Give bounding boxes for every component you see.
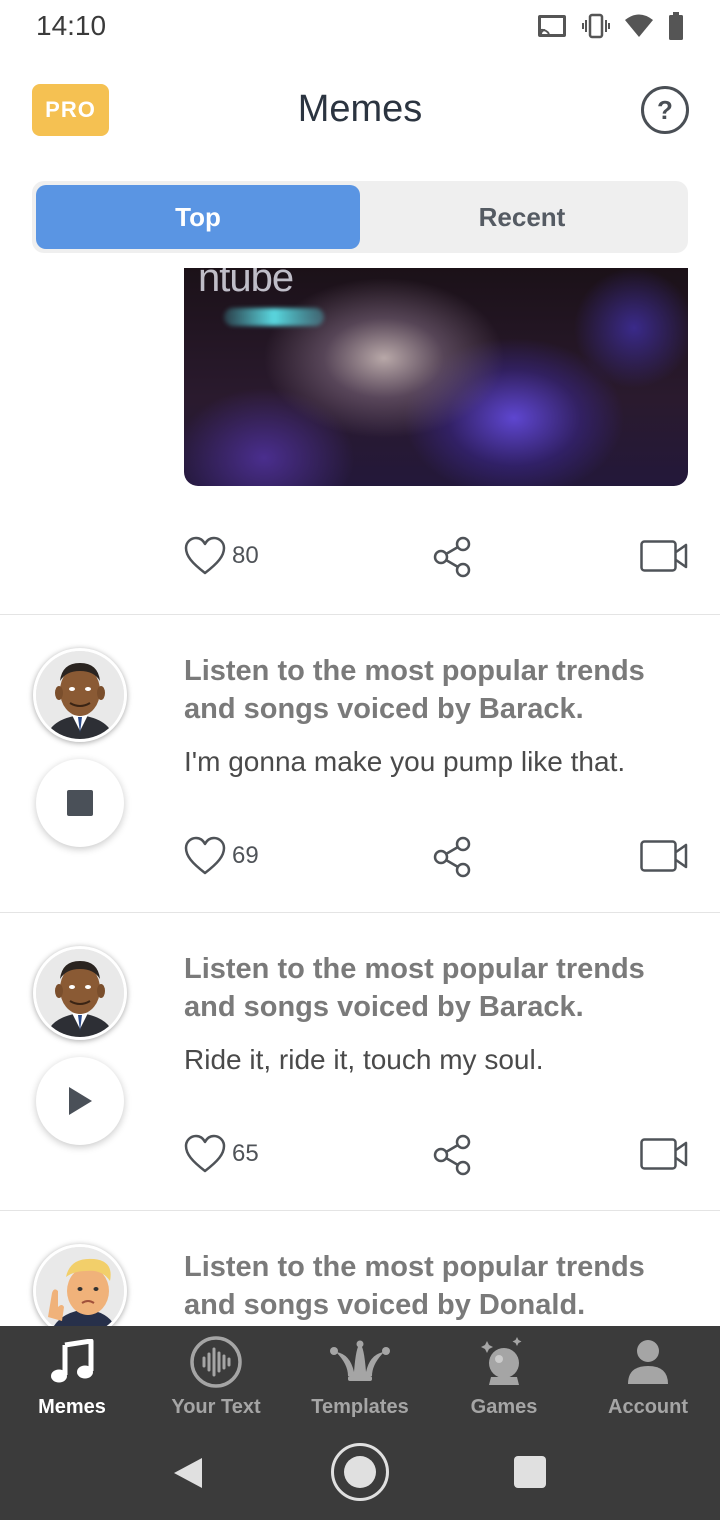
- post-title: Listen to the most popular trends and so…: [184, 953, 645, 1023]
- avatar[interactable]: [33, 648, 127, 742]
- bottom-nav: Memes Your Text Templates Games Account: [0, 1326, 720, 1428]
- tab-top[interactable]: Top: [36, 185, 360, 249]
- vibrate-icon: [582, 13, 610, 39]
- meme-post: Listen to the most popular trends and so…: [0, 1210, 720, 1326]
- share-icon: [433, 1134, 471, 1176]
- video-camera-icon: [640, 1138, 688, 1170]
- post-title: Listen to the most popular trends and so…: [184, 1251, 645, 1321]
- post-actions: 80: [184, 536, 688, 580]
- donald-avatar-icon: [36, 1247, 124, 1326]
- home-icon: [344, 1456, 376, 1488]
- like-count: 69: [232, 842, 259, 869]
- stop-icon: [67, 790, 93, 816]
- help-icon: ?: [657, 94, 673, 125]
- help-button[interactable]: ?: [641, 86, 689, 134]
- video-camera-icon: [640, 840, 688, 872]
- app-header: PRO Memes ?: [0, 70, 720, 154]
- post-actions: 69: [184, 836, 688, 880]
- play-button[interactable]: [36, 1057, 124, 1145]
- recents-button[interactable]: [514, 1456, 546, 1488]
- jester-hat-icon: [328, 1334, 392, 1390]
- video-watermark: ntube: [198, 268, 294, 300]
- post-title: Listen to the most popular trends and so…: [184, 655, 645, 725]
- nav-label: Games: [470, 1396, 538, 1418]
- barack-avatar-icon: [36, 651, 124, 739]
- share-button[interactable]: [432, 536, 472, 583]
- like-button[interactable]: 80: [184, 536, 259, 576]
- heart-icon: [184, 536, 226, 575]
- meme-post: Listen to the most popular trends and so…: [0, 912, 720, 1210]
- home-button[interactable]: [331, 1443, 389, 1501]
- barack-avatar-icon: [36, 949, 124, 1037]
- back-icon[interactable]: [172, 1456, 204, 1490]
- user-icon: [626, 1334, 670, 1390]
- share-button[interactable]: [432, 836, 472, 883]
- post-actions: 65: [184, 1134, 688, 1178]
- like-button[interactable]: 69: [184, 836, 259, 876]
- video-button[interactable]: [640, 1138, 688, 1175]
- nav-label: Memes: [38, 1396, 106, 1418]
- share-icon: [433, 836, 471, 878]
- tab-recent[interactable]: Recent: [360, 185, 684, 249]
- post-text: Ride it, ride it, touch my soul.: [184, 1044, 544, 1075]
- video-button[interactable]: [640, 540, 688, 577]
- stop-button[interactable]: [36, 759, 124, 847]
- heart-icon: [184, 1134, 226, 1173]
- status-time: 14:10: [36, 10, 107, 41]
- video-camera-icon: [640, 540, 688, 572]
- status-icons: [536, 12, 684, 40]
- voice-wave-icon: [189, 1334, 243, 1390]
- music-note-icon: [49, 1334, 95, 1390]
- nav-label: Templates: [311, 1396, 409, 1418]
- nav-item-templates[interactable]: Templates: [288, 1326, 432, 1428]
- page-title: Memes: [297, 88, 423, 130]
- nav-item-account[interactable]: Account: [576, 1326, 720, 1428]
- like-count: 65: [232, 1140, 259, 1167]
- nav-item-games[interactable]: Games: [432, 1326, 576, 1428]
- feed-tabs: Top Recent: [32, 181, 688, 253]
- nav-label: Account: [608, 1396, 688, 1418]
- wifi-icon: [625, 14, 653, 37]
- video-thumbnail[interactable]: ntube: [184, 268, 688, 486]
- share-button[interactable]: [432, 1134, 472, 1181]
- avatar[interactable]: [33, 946, 127, 1040]
- nav-item-your-text[interactable]: Your Text: [144, 1326, 288, 1428]
- share-icon: [433, 536, 471, 578]
- nav-item-memes[interactable]: Memes: [0, 1326, 144, 1428]
- video-button[interactable]: [640, 840, 688, 877]
- post-text: I'm gonna make you pump like that.: [184, 746, 626, 777]
- like-count: 80: [232, 542, 259, 569]
- meme-feed[interactable]: ntube 80 Listen to the most popular tren…: [0, 268, 720, 1326]
- avatar[interactable]: [33, 1244, 127, 1326]
- heart-icon: [184, 836, 226, 875]
- light-streak: [224, 308, 324, 326]
- system-nav-bar: [0, 1428, 720, 1520]
- crystal-ball-icon: [479, 1334, 529, 1390]
- cast-icon: [538, 15, 566, 37]
- meme-post: Listen to the most popular trends and so…: [0, 614, 720, 912]
- battery-icon: [669, 12, 683, 40]
- status-bar: 14:10: [0, 0, 720, 54]
- play-icon: [69, 1087, 92, 1115]
- like-button[interactable]: 65: [184, 1134, 259, 1174]
- nav-label: Your Text: [171, 1396, 261, 1418]
